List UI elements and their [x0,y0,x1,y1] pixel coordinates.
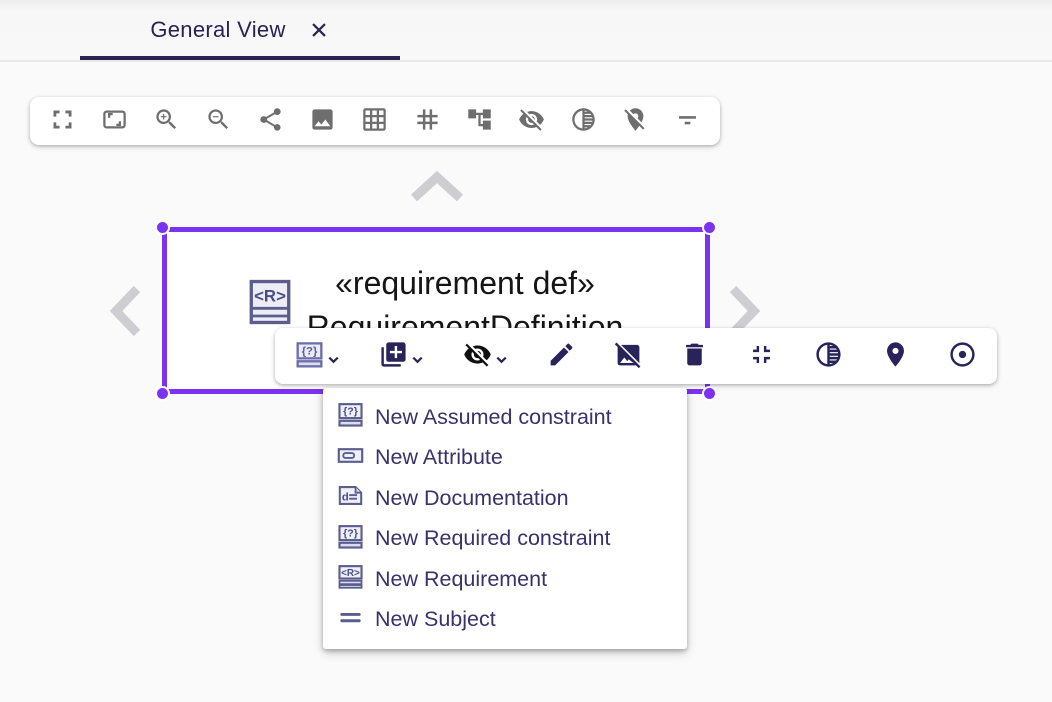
filter-elements-icon [674,106,701,136]
svg-text:<R>: <R> [341,568,360,579]
close-icon[interactable] [308,19,330,41]
menu-item-label: New Requirement [375,567,547,592]
snap-to-grid-button[interactable] [411,105,443,137]
attribute-icon [337,442,364,474]
new-element-dropdown-caret[interactable] [410,352,425,372]
context-palette: {?} [275,328,997,384]
filter-elements-button[interactable] [672,105,704,137]
pin-icon [881,340,910,372]
diagram-toolbar [30,97,720,145]
fade-tool[interactable] [814,340,843,372]
menu-item-new-assumed-constraint[interactable]: {?} New Assumed constraint [323,397,687,438]
snap-to-grid-icon [414,106,441,136]
svg-text:<R>: <R> [254,286,286,305]
delete-icon [680,340,709,372]
subject-icon [337,604,364,636]
arrange-all-button[interactable] [463,105,495,137]
svg-text:{?}: {?} [302,346,318,358]
adjust-icon [948,340,977,372]
unpin-elements-icon [622,106,649,136]
grid-button[interactable] [359,105,391,137]
menu-item-new-requirement[interactable]: <R> New Requirement [323,559,687,600]
zoom-to-fit-icon [101,106,128,136]
new-constraint-dropdown-caret[interactable] [326,352,341,372]
fit-to-screen-button[interactable] [46,105,78,137]
delete-tool[interactable] [680,340,709,372]
menu-item-label: New Assumed constraint [375,405,612,430]
hide-element-tool[interactable] [463,340,492,372]
edit-tool[interactable] [547,340,576,372]
fit-to-screen-icon [49,106,76,136]
tab-bar: General View [0,0,1052,62]
collapse-icon [747,340,776,372]
menu-item-label: New Documentation [375,486,569,511]
faded-elements-icon [570,106,597,136]
tab-label: General View [150,17,285,43]
zoom-in-icon [153,106,180,136]
expand-left-arrow[interactable] [106,283,144,339]
unpin-elements-button[interactable] [620,105,652,137]
requirement-icon: <R> [249,279,291,330]
requirement-icon: <R> [337,563,364,595]
menu-item-new-attribute[interactable]: New Attribute [323,438,687,479]
grid-icon [361,106,388,136]
active-tab-indicator [80,56,400,60]
svg-text:{?}: {?} [343,406,358,418]
hide-element-icon [463,340,492,372]
collapse-tool[interactable] [747,340,776,372]
image-off-icon [614,340,643,372]
constraint-icon: {?} [337,523,364,555]
hidden-elements-button[interactable] [515,105,547,137]
creation-menu: {?} New Assumed constraint New Attribute… [323,388,687,649]
edit-icon [547,340,576,372]
export-image-icon [309,106,336,136]
constraint-icon: {?} [337,401,364,433]
resize-handle-bottom-right[interactable] [702,386,717,401]
resize-handle-bottom-left[interactable] [155,386,170,401]
image-off-tool[interactable] [614,340,643,372]
new-constraint-tool[interactable]: {?} [295,340,324,372]
tab-general-view[interactable]: General View [80,0,400,60]
fade-icon [814,340,843,372]
node-stereotype: «requirement def» [307,261,624,305]
menu-item-label: New Subject [375,607,496,632]
menu-item-new-documentation[interactable]: d New Documentation [323,478,687,519]
arrange-all-icon [466,106,493,136]
zoom-out-button[interactable] [202,105,234,137]
documentation-icon: d [337,482,364,514]
zoom-in-button[interactable] [150,105,182,137]
zoom-to-fit-button[interactable] [98,105,130,137]
hidden-elements-icon [518,106,545,136]
menu-item-new-subject[interactable]: New Subject [323,600,687,641]
share-button[interactable] [255,105,287,137]
new-element-icon [379,340,408,372]
svg-text:{?}: {?} [343,527,358,539]
pin-tool[interactable] [881,340,910,372]
export-image-button[interactable] [307,105,339,137]
menu-item-label: New Required constraint [375,526,610,551]
menu-item-label: New Attribute [375,445,503,470]
new-constraint-icon: {?} [295,340,324,372]
menu-item-new-required-constraint[interactable]: {?} New Required constraint [323,519,687,560]
expand-up-arrow[interactable] [408,170,466,204]
share-icon [257,106,284,136]
resize-handle-top-right[interactable] [702,220,717,235]
zoom-out-icon [205,106,232,136]
hide-element-dropdown-caret[interactable] [494,352,509,372]
adjust-tool[interactable] [948,340,977,372]
svg-text:d: d [342,492,349,504]
new-element-tool[interactable] [379,340,408,372]
faded-elements-button[interactable] [568,105,600,137]
resize-handle-top-left[interactable] [155,220,170,235]
